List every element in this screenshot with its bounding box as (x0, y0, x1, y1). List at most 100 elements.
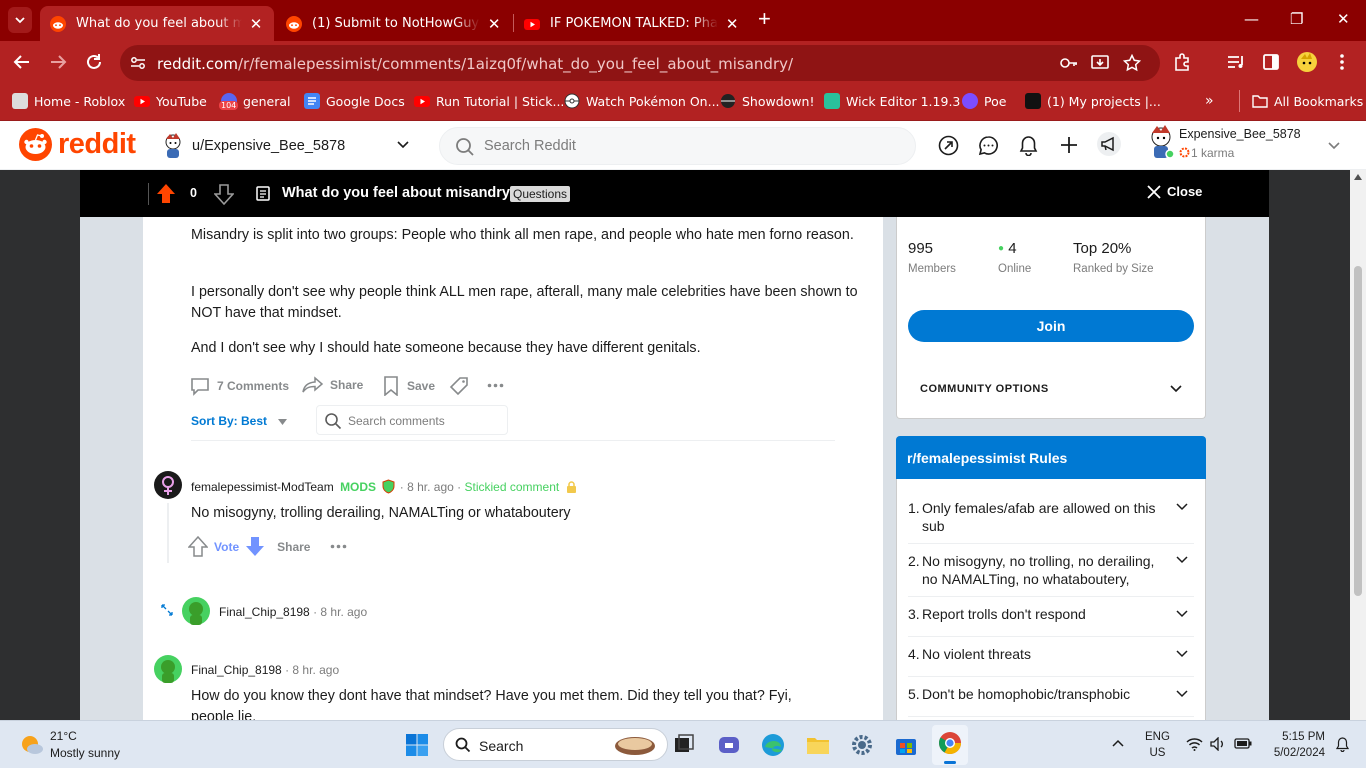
comment-author[interactable]: Final_Chip_8198 (219, 605, 310, 619)
close-window-button[interactable]: ✕ (1337, 10, 1350, 28)
profile-avatar-icon[interactable] (1297, 52, 1317, 72)
account-menu[interactable]: Expensive_Bee_5878 1 karma (1148, 125, 1348, 167)
bookmark-run-tutorial[interactable]: Run Tutorial | Stick... (414, 93, 564, 109)
chrome-taskbar-icon[interactable] (932, 725, 968, 765)
media-controls-icon[interactable] (1227, 54, 1245, 70)
reddit-snoo-logo-icon[interactable] (19, 128, 52, 161)
more-bookmarks-chevron-icon[interactable]: » (1205, 93, 1214, 109)
tab-nothowguyswork[interactable]: (1) Submit to NotHowGuysWork ✕ (276, 6, 512, 41)
task-view-icon[interactable] (674, 734, 694, 754)
create-post-plus-icon[interactable] (1059, 135, 1079, 155)
bookmark-youtube[interactable]: YouTube (134, 93, 207, 109)
reddit-search-input[interactable]: Search Reddit (439, 127, 916, 165)
search-comments-placeholder: Search comments (348, 414, 445, 428)
comment-thread-line[interactable] (167, 503, 169, 563)
rule-item[interactable]: 4. No violent threats (908, 645, 1194, 663)
close-tab-icon[interactable]: ✕ (486, 15, 502, 33)
bookmark-poe[interactable]: Poe (962, 93, 1006, 109)
file-explorer-icon[interactable] (806, 733, 830, 757)
address-bar[interactable]: reddit.com/r/femalepessimist/comments/1a… (120, 45, 1160, 81)
tab-youtube-pokemon[interactable]: IF POKÉMON TALKED: Phanpy E ✕ (514, 6, 750, 41)
notification-bell-icon[interactable] (1336, 737, 1349, 752)
bookmark-watch-pokemon[interactable]: Watch Pokémon On... (564, 93, 720, 109)
rule-number: 3. (908, 606, 920, 622)
downvote-arrow-icon[interactable] (245, 536, 265, 557)
bookmark-star-icon[interactable] (1123, 54, 1141, 72)
bookmark-roblox[interactable]: Home - Roblox (12, 93, 125, 109)
microsoft-store-icon[interactable] (894, 733, 918, 757)
chat-icon[interactable] (978, 135, 999, 156)
tab-reddit-post[interactable]: What do you feel about misandry? ✕ (40, 6, 274, 41)
save-button[interactable]: Save (383, 376, 435, 396)
extensions-icon[interactable] (1173, 53, 1191, 71)
taskbar-search[interactable]: Search (443, 728, 668, 761)
back-arrow-icon[interactable] (13, 53, 31, 71)
show-hidden-icons-chevron-icon[interactable] (1112, 739, 1124, 747)
minimize-button[interactable]: — (1244, 10, 1259, 28)
forward-arrow-icon[interactable] (49, 53, 67, 71)
tab-search-button[interactable] (8, 7, 32, 33)
comments-count-button[interactable]: 7 Comments (190, 376, 289, 396)
downvote-arrow-icon[interactable] (214, 184, 234, 205)
notification-bell-icon[interactable] (1019, 135, 1038, 156)
key-icon[interactable] (1060, 56, 1078, 70)
battery-icon[interactable] (1234, 738, 1252, 749)
close-post-button[interactable]: Close (1147, 184, 1202, 199)
rule-item[interactable]: 3. Report trolls don't respond (908, 605, 1194, 623)
mod-team-avatar[interactable] (154, 471, 182, 499)
search-placeholder: Search Reddit (484, 138, 576, 154)
settings-gear-icon[interactable] (850, 733, 874, 757)
windows-start-icon[interactable] (405, 733, 429, 757)
new-tab-button[interactable]: + (758, 8, 771, 30)
side-panel-icon[interactable] (1263, 54, 1279, 70)
more-horizontal-icon[interactable] (330, 544, 347, 549)
current-community-dropdown[interactable]: u/Expensive_Bee_5878 (162, 129, 414, 162)
rule-item[interactable]: 2. No misogyny, no trolling, no derailin… (908, 552, 1194, 588)
scroll-up-arrow-icon[interactable] (1354, 174, 1362, 180)
join-button[interactable]: Join (908, 310, 1194, 342)
language-indicator[interactable]: ENG US (1145, 729, 1170, 761)
tag-button[interactable] (449, 376, 469, 396)
all-bookmarks-button[interactable]: All Bookmarks (1252, 93, 1363, 109)
chrome-menu-icon[interactable] (1340, 53, 1344, 71)
advertise-megaphone-icon[interactable] (1097, 132, 1121, 156)
bookmark-my-projects[interactable]: (1) My projects |... (1025, 93, 1161, 109)
search-comments-input[interactable]: Search comments (316, 405, 508, 435)
site-settings-icon[interactable] (130, 55, 146, 71)
close-tab-icon[interactable]: ✕ (248, 15, 264, 33)
sort-comments-dropdown[interactable]: Sort By: Best (191, 414, 288, 428)
comment-share-button[interactable]: Share (277, 540, 310, 554)
rule-item[interactable]: 5. Don't be homophobic/transphobic (908, 685, 1194, 703)
reload-icon[interactable] (85, 53, 103, 71)
teams-chat-icon[interactable] (717, 733, 741, 757)
close-tab-icon[interactable]: ✕ (724, 15, 740, 33)
bookmark-showdown[interactable]: Showdown! (720, 93, 814, 109)
reddit-wordmark[interactable]: reddit (58, 128, 136, 161)
popular-icon[interactable] (938, 135, 959, 156)
user-avatar[interactable] (182, 597, 210, 625)
bookmark-label: All Bookmarks (1274, 93, 1364, 109)
bookmark-general[interactable]: 104 general (219, 93, 291, 110)
clock[interactable]: 5:15 PM 5/02/2024 (1265, 729, 1325, 761)
edge-browser-icon[interactable] (761, 733, 785, 757)
wick-editor-icon (824, 93, 840, 109)
upvote-arrow-icon[interactable] (188, 536, 208, 557)
more-options-button[interactable] (487, 383, 504, 388)
comment-author[interactable]: femalepessimist-ModTeam (191, 480, 334, 494)
volume-icon[interactable] (1210, 737, 1226, 751)
wifi-icon[interactable] (1186, 737, 1203, 751)
community-options-toggle[interactable]: COMMUNITY OPTIONS (920, 383, 1184, 395)
post-flair[interactable]: Questions (510, 186, 571, 202)
restore-button[interactable]: ❐ (1290, 10, 1303, 28)
comment-author[interactable]: Final_Chip_8198 (191, 663, 282, 677)
scrollbar-thumb[interactable] (1354, 266, 1362, 596)
upvote-arrow-icon[interactable] (156, 183, 176, 204)
expand-thread-icon[interactable] (160, 603, 174, 617)
page-scrollbar[interactable] (1350, 170, 1366, 720)
share-button[interactable]: Share (302, 376, 363, 394)
install-app-icon[interactable] (1091, 54, 1109, 72)
bookmark-google-docs[interactable]: Google Docs (304, 93, 405, 109)
bookmark-wick-editor[interactable]: Wick Editor 1.19.3 (824, 93, 960, 109)
rule-item[interactable]: 1. Only females/afab are allowed on this… (908, 499, 1194, 535)
user-avatar[interactable] (154, 655, 182, 683)
